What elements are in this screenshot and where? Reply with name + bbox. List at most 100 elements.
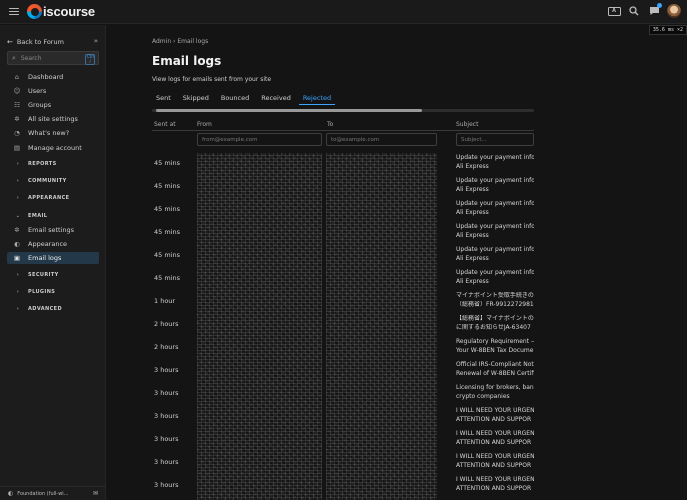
sent-at-cell: 3 hours (154, 458, 179, 466)
logo-text: iscourse (43, 4, 95, 19)
page-title: Email logs (152, 54, 222, 68)
sidebar-item-dashboard[interactable]: ⌂ Dashboard (7, 71, 99, 83)
sent-at-cell: 45 mins (154, 205, 180, 213)
column-subject: Subject (456, 121, 479, 128)
performance-badge: 35.6 ms ×2 (648, 25, 687, 35)
subject-cell[interactable]: Update your payment infon Ali Express (456, 269, 534, 286)
tab-rejected[interactable]: Rejected (298, 92, 336, 105)
subject-cell[interactable]: Regulatory Requirement — Your W-8BEN Tax … (456, 338, 534, 355)
breadcrumb: Admin › Email logs (152, 38, 208, 45)
sent-at-cell: 45 mins (154, 251, 180, 259)
sidebar-item-email-appearance[interactable]: ◐ Appearance (7, 238, 99, 250)
subject-cell[interactable]: Update your payment infon Ali Express (456, 200, 534, 217)
users-icon: ☺ (13, 87, 21, 95)
sidebar-footer[interactable]: ◐ Foundation (full-wi... ✉ (0, 486, 106, 500)
section-community[interactable]: › COMMUNITY (7, 178, 67, 184)
from-filter-input[interactable] (197, 133, 322, 146)
search-icon[interactable] (627, 4, 641, 18)
chevron-right-icon: › (16, 306, 20, 312)
id-card-icon: ▤ (13, 144, 21, 152)
subject-cell[interactable]: I WILL NEED YOUR URGEN ATTENTION AND SUPP… (456, 430, 534, 447)
subject-cell[interactable]: マイナポイント受取手続きの （総務省）FR-9912272981 (456, 292, 534, 309)
tab-bounced[interactable]: Bounced (217, 92, 253, 105)
sidebar-item-email-logs[interactable]: ▣ Email logs (7, 252, 99, 264)
list-icon: ▣ (13, 254, 21, 262)
groups-icon: ☷ (14, 101, 20, 109)
palette-icon: ◐ (8, 490, 14, 497)
sent-at-cell: 45 mins (154, 274, 180, 282)
tab-received[interactable]: Received (257, 92, 295, 105)
horizontal-scrollbar-thumb[interactable] (156, 109, 422, 112)
breadcrumb-current: Email logs (177, 38, 209, 45)
sent-at-cell: 45 mins (154, 182, 180, 190)
tab-sent[interactable]: Sent (152, 92, 175, 105)
gear-icon: ✲ (14, 226, 20, 234)
chevron-right-icon: › (16, 272, 20, 278)
subject-cell[interactable]: Official IRS-Compliant Noti Renewal of W-… (456, 361, 534, 378)
sent-at-cell: 3 hours (154, 435, 179, 443)
chevron-right-icon: › (16, 289, 20, 295)
sidebar-item-whats-new[interactable]: ◔ What's new? (7, 127, 99, 139)
column-from: From (197, 121, 212, 128)
redacted-to-column (326, 153, 437, 500)
sidebar-search: ⌕ Ctrl / (7, 51, 99, 65)
search-shortcut-badge: Ctrl / (85, 54, 95, 65)
subject-cell[interactable]: 【総務省】マイナポイントの に関するお知らせJA-63407 (456, 315, 534, 332)
to-filter-input[interactable] (326, 133, 437, 146)
sidebar-item-users[interactable]: ☺ Users (7, 85, 99, 97)
subject-cell[interactable]: Update your payment infon Ali Express (456, 154, 534, 171)
subject-cell[interactable]: I WILL NEED YOUR URGEN ATTENTION AND SUPP… (456, 453, 534, 470)
table-header: Sent at From To Subject (152, 119, 534, 131)
section-email[interactable]: ⌄ EMAIL (7, 213, 47, 219)
email-log-tabs: Sent Skipped Bounced Received Rejected (152, 92, 534, 106)
sidebar-item-groups[interactable]: ☷ Groups (7, 99, 99, 111)
section-advanced[interactable]: › ADVANCED (7, 306, 62, 312)
site-logo[interactable]: iscourse (27, 4, 95, 19)
collapse-sidebar-icon[interactable]: » (94, 37, 98, 45)
hamburger-menu-icon[interactable] (9, 7, 19, 16)
arrow-left-icon: ← (7, 38, 13, 46)
column-to: To (327, 121, 334, 128)
subject-cell[interactable]: Update your payment infon Ali Express (456, 246, 534, 263)
tab-skipped[interactable]: Skipped (179, 92, 213, 105)
section-plugins[interactable]: › PLUGINS (7, 289, 55, 295)
chevron-down-icon: ⌄ (15, 213, 21, 219)
section-appearance[interactable]: › APPEARANCE (7, 195, 69, 201)
admin-sidebar: ← Back to Forum » ⌕ Ctrl / ⌂Dashboard ☺U… (0, 25, 106, 500)
chevron-right-icon: › (16, 161, 20, 167)
gear-icon: ✲ (14, 115, 20, 123)
mail-icon[interactable]: ✉ (93, 490, 98, 497)
user-avatar[interactable] (667, 4, 681, 18)
notification-dot (657, 3, 662, 8)
sidebar-item-email-settings[interactable]: ✲ Email settings (7, 224, 99, 236)
sidebar-item-manage-account[interactable]: ▤ Manage account (7, 142, 99, 154)
redacted-from-column (197, 153, 322, 500)
sent-at-cell: 45 mins (154, 159, 180, 167)
language-keyboard-icon[interactable]: A (607, 4, 621, 18)
subject-cell[interactable]: I WILL NEED YOUR URGEN ATTENTION AND SUPP… (456, 407, 534, 424)
section-reports[interactable]: › REPORTS (7, 161, 57, 167)
sidebar-item-all-site-settings[interactable]: ✲ All site settings (7, 113, 99, 125)
section-security[interactable]: › SECURITY (7, 272, 59, 278)
site-header: iscourse A (0, 0, 687, 24)
subject-cell[interactable]: Update your payment infon Ali Express (456, 223, 534, 240)
sent-at-cell: 3 hours (154, 366, 179, 374)
back-to-forum-link[interactable]: ← Back to Forum (7, 38, 64, 46)
breadcrumb-separator: › (173, 38, 176, 45)
chat-icon[interactable] (647, 3, 662, 18)
subject-filter-input[interactable] (456, 133, 534, 146)
breadcrumb-admin-link[interactable]: Admin (152, 38, 171, 45)
sent-at-cell: 3 hours (154, 481, 179, 489)
sent-at-cell: 2 hours (154, 343, 179, 351)
sidebar-search-input[interactable] (20, 54, 76, 62)
subject-cell[interactable]: Licensing for brokers, bank crypto compan… (456, 384, 534, 401)
sent-at-cell: 3 hours (154, 412, 179, 420)
palette-icon: ◐ (14, 240, 20, 248)
sent-at-cell: 1 hour (154, 297, 176, 305)
subject-cell[interactable]: Update your payment infon Ali Express (456, 177, 534, 194)
chevron-right-icon: › (16, 178, 20, 184)
subject-cell[interactable]: I WILL NEED YOUR URGEN ATTENTION AND SUPP… (456, 476, 534, 493)
chevron-right-icon: › (16, 195, 20, 201)
column-sent-at: Sent at (154, 121, 176, 128)
home-icon: ⌂ (14, 73, 20, 81)
